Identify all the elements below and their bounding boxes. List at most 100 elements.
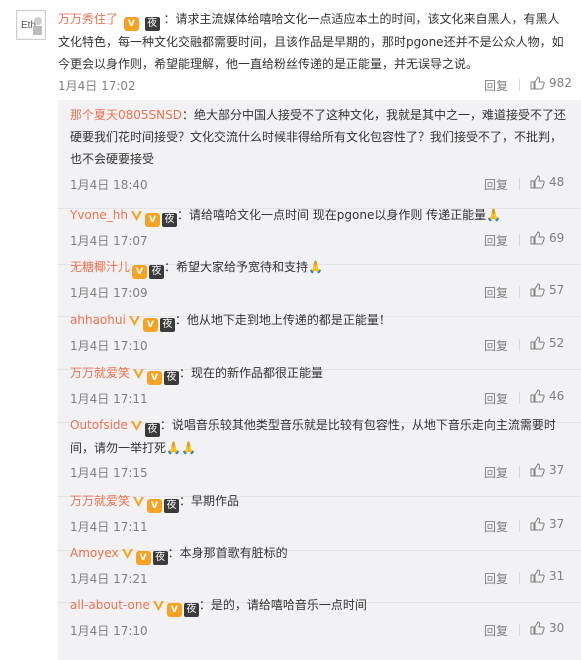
reply-body: Amoyex V 夜：本身那首歌有脏标的 [70, 542, 570, 565]
like-button[interactable]: 46 [530, 389, 564, 403]
thumbs-up-icon [530, 569, 545, 583]
reply-time: 1月4日 17:10 [70, 624, 148, 638]
avatar-image-icon: Eth [18, 12, 44, 38]
vip-badge-icon: V [147, 499, 163, 513]
reply-username[interactable]: Outofside [70, 418, 128, 432]
reply-item: Outofside 夜：说唱音乐较其他类型音乐就是比较有包容性，从地下音乐走向主流… [58, 410, 581, 497]
reply-username[interactable]: 万万就爱笑 [70, 494, 130, 508]
reply-body: all-about-one V 夜：是的，请给嘻哈音乐一点时间 [70, 594, 570, 617]
reply-username[interactable]: 万万就爱笑 [70, 366, 130, 380]
like-button[interactable]: 48 [530, 175, 564, 189]
like-button[interactable]: 982 [530, 76, 572, 90]
vip-badge-icon: V [135, 551, 151, 565]
like-button[interactable]: 52 [530, 336, 564, 350]
reply-username[interactable]: 那个夏天0805SNSD [70, 108, 182, 122]
reply-text: ：是的，请给嘻哈音乐一点时间 [198, 598, 367, 612]
reply-button[interactable]: 回复 [484, 77, 508, 94]
reply-button[interactable]: 回复 [484, 570, 508, 587]
like-count: 52 [549, 336, 565, 350]
reply-username[interactable]: 无糖椰汁儿 [70, 260, 130, 274]
reply-item: 那个夏天0805SNSD：绝大部分中国人接受不了这种文化，我就是其中之一，难道接… [58, 100, 581, 209]
action-divider [519, 286, 520, 298]
like-count: 48 [549, 175, 565, 189]
reply-text: ：请给嘻哈文化一点时间 现在pgone以身作则 传递正能量🙏 [176, 208, 502, 222]
reply-button[interactable]: 回复 [484, 176, 508, 193]
night-badge-icon: 夜 [164, 499, 180, 513]
reply-username[interactable]: Amoyex [70, 546, 119, 560]
like-button[interactable]: 30 [530, 621, 564, 635]
reply-button[interactable]: 回复 [484, 390, 508, 407]
reply-button[interactable]: 回复 [484, 518, 508, 535]
thumbs-up-icon [530, 175, 545, 189]
night-badge-icon: 夜 [144, 423, 160, 437]
reply-button[interactable]: 回复 [484, 337, 508, 354]
main-comment: Eth 万万秀住了 V 夜 ：请求主流媒体给嘻哈文化一点适应本土的时间，该文化来… [0, 0, 581, 96]
main-comment-username[interactable]: 万万秀住了 [58, 12, 118, 26]
reply-button[interactable]: 回复 [484, 232, 508, 249]
vip-badge-icon: V [142, 318, 158, 332]
reply-item: Amoyex V 夜：本身那首歌有脏标的 1月4日 17:21 回复 31 [58, 538, 581, 603]
thumbs-up-icon [530, 336, 545, 350]
like-button[interactable]: 31 [530, 569, 564, 583]
verified-v-icon [152, 599, 165, 612]
thumbs-up-icon [530, 389, 545, 403]
night-badge-icon: 夜 [161, 213, 177, 227]
reply-item: 万万就爱笑 V 夜：现在的新作品都很正能量 1月4日 17:11 回复 46 [58, 358, 581, 423]
verified-v-icon [130, 209, 143, 222]
reply-body: ahhaohui V 夜：他从地下走到地上传递的都是正能量！ [70, 309, 570, 332]
thumbs-up-icon [530, 463, 545, 477]
vip-badge-icon: V [147, 371, 163, 385]
like-button[interactable]: 37 [530, 517, 564, 531]
vip-badge-icon: V [123, 17, 139, 31]
action-divider [519, 79, 520, 91]
action-divider [519, 624, 520, 636]
like-count: 30 [549, 621, 565, 635]
night-badge-icon: 夜 [152, 551, 168, 565]
reply-text: ：现在的新作品都很正能量 [179, 366, 324, 380]
verified-v-icon [121, 547, 134, 560]
reply-item: Yvone_hh V 夜：请给嘻哈文化一点时间 现在pgone以身作则 传递正能量🙏… [58, 200, 581, 265]
reply-body: 那个夏天0805SNSD：绝大部分中国人接受不了这种文化，我就是其中之一，难道接… [70, 104, 570, 170]
reply-button[interactable]: 回复 [484, 622, 508, 639]
main-comment-body: 万万秀住了 V 夜 ：请求主流媒体给嘻哈文化一点适应本土的时间，该文化来自黑人，… [58, 8, 568, 75]
action-divider [519, 339, 520, 351]
verified-v-icon [132, 367, 145, 380]
reply-text: ：希望大家给予宽待和支持🙏 [164, 260, 323, 274]
like-button[interactable]: 69 [530, 231, 564, 245]
reply-item: all-about-one V 夜：是的，请给嘻哈音乐一点时间 1月4日 17:10 回… [58, 590, 581, 646]
reply-button[interactable]: 回复 [484, 464, 508, 481]
action-divider [519, 520, 520, 532]
reply-time: 1月4日 17:21 [70, 572, 148, 586]
action-divider [519, 234, 520, 246]
night-badge-icon: 夜 [164, 371, 180, 385]
action-divider [519, 466, 520, 478]
action-divider [519, 572, 520, 584]
reply-time: 1月4日 17:07 [70, 234, 148, 248]
reply-username[interactable]: all-about-one [70, 598, 150, 612]
night-badge-icon: 夜 [183, 603, 199, 617]
reply-item: 万万就爱笑 V 夜：早期作品 1月4日 17:11 回复 37 [58, 486, 581, 551]
reply-username[interactable]: ahhaohui [70, 313, 126, 327]
like-count: 37 [549, 517, 565, 531]
like-count: 982 [549, 76, 572, 90]
reply-item: ahhaohui V 夜：他从地下走到地上传递的都是正能量！ 1月4日 17:10 回复… [58, 305, 581, 370]
vip-badge-icon: V [132, 265, 148, 279]
reply-time: 1月4日 17:15 [70, 466, 148, 480]
avatar[interactable]: Eth [16, 10, 46, 40]
verified-v-icon [128, 314, 141, 327]
thumbs-up-icon [530, 621, 545, 635]
reply-button[interactable]: 回复 [484, 284, 508, 301]
like-button[interactable]: 57 [530, 283, 564, 297]
thumbs-up-icon [530, 517, 545, 531]
reply-username[interactable]: Yvone_hh [70, 208, 128, 222]
reply-body: 无糖椰汁儿 V 夜：希望大家给予宽待和支持🙏 [70, 256, 570, 279]
like-button[interactable]: 37 [530, 463, 564, 477]
reply-item: 无糖椰汁儿 V 夜：希望大家给予宽待和支持🙏 1月4日 17:09 回复 57 [58, 252, 581, 317]
reply-time: 1月4日 17:09 [70, 286, 148, 300]
night-badge-icon: 夜 [144, 17, 160, 31]
like-count: 37 [549, 463, 565, 477]
reply-text: ：早期作品 [179, 494, 240, 508]
reply-time: 1月4日 17:11 [70, 392, 148, 406]
reply-text: ：本身那首歌有脏标的 [167, 546, 288, 560]
night-badge-icon: 夜 [149, 265, 165, 279]
